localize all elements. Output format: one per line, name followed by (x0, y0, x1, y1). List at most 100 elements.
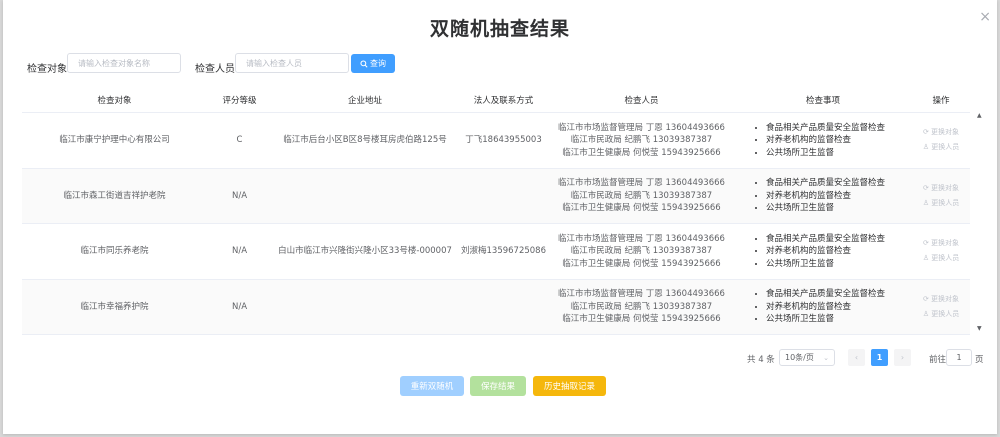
swap-icon: ⟳ (922, 128, 929, 137)
item-entry: 对养老机构的监督检查 (766, 301, 912, 314)
swap-icon: ⟳ (922, 183, 929, 192)
change-object-button[interactable]: ⟳ 更换对象 (912, 292, 970, 307)
header-grade: 评分等级 (207, 88, 272, 113)
cell-object: 临江市森工街道吉祥护老院 (22, 168, 207, 224)
inspector-line: 临江市市场监督管理局 丁恩 13604493666 (558, 122, 725, 133)
item-entry: 食品相关产品质量安全监督检查 (766, 233, 912, 246)
inspector-line: 临江市民政局 纪鹏飞 13039387387 (570, 246, 713, 256)
cell-inspectors: 临江市市场监督管理局 丁恩 13604493666 临江市民政局 纪鹏飞 130… (549, 223, 734, 280)
user-icon: ♙ (922, 143, 930, 152)
inspector-line: 临江市民政局 纪鹏飞 13039387387 (570, 135, 713, 145)
save-result-button[interactable]: 保存结果 (470, 376, 526, 396)
table-scrollbar[interactable]: ▲ ▼ (977, 112, 983, 332)
inspector-line: 临江市市场监督管理局 丁恩 13604493666 (558, 233, 725, 244)
cell-address (272, 168, 458, 224)
item-entry: 食品相关产品质量安全监督检查 (766, 122, 912, 135)
redo-random-button[interactable]: 重新双随机 (400, 376, 464, 396)
change-person-button[interactable]: ♙ 更换人员 (912, 196, 970, 211)
object-filter-label: 检查对象 (27, 64, 67, 75)
change-object-button[interactable]: ⟳ 更换对象 (912, 236, 970, 251)
cell-address (272, 279, 458, 335)
cell-contact (458, 279, 549, 335)
object-search-input[interactable] (67, 53, 181, 73)
user-icon: ♙ (922, 309, 930, 318)
current-page-button[interactable]: 1 (871, 349, 888, 366)
item-entry: 公共场所卫生监督 (766, 147, 912, 160)
cell-object: 临江市幸福养护院 (22, 279, 207, 335)
cell-object: 临江市康宁护理中心有限公司 (22, 112, 207, 169)
inspector-line: 临江市民政局 纪鹏飞 13039387387 (570, 301, 713, 312)
cell-contact: 刘淑梅13596725086 (458, 223, 549, 280)
next-page-button[interactable]: › (894, 349, 911, 366)
cell-contact: 丁飞18643955003 (458, 112, 549, 169)
cell-grade: N/A (207, 279, 272, 335)
cell-items: 食品相关产品质量安全监督检查 对养老机构的监督检查 公共场所卫生监督 (734, 223, 912, 280)
table-row: 临江市同乐养老院 N/A 白山市临江市兴隆街兴隆小区33号楼-000007 刘淑… (22, 223, 970, 280)
person-filter-label: 检查人员 (195, 64, 235, 75)
user-icon: ♙ (922, 254, 930, 263)
pagination-total: 共 4 条 (747, 355, 775, 365)
inspector-line: 临江市市场监督管理局 丁恩 13604493666 (558, 289, 725, 299)
table-header-row: 检查对象 评分等级 企业地址 法人及联系方式 检查人员 检查事项 操作 (22, 88, 970, 113)
cell-operations: ⟳ 更换对象 ♙ 更换人员 (912, 112, 970, 169)
history-records-button[interactable]: 历史抽取记录 (533, 376, 606, 396)
change-person-button[interactable]: ♙ 更换人员 (912, 140, 970, 155)
header-operations: 操作 (912, 88, 970, 113)
item-entry: 对养老机构的监督检查 (766, 245, 912, 258)
cell-operations: ⟳ 更换对象 ♙ 更换人员 (912, 223, 970, 280)
cell-inspectors: 临江市市场监督管理局 丁恩 13604493666 临江市民政局 纪鹏飞 130… (549, 168, 734, 224)
cell-contact (458, 168, 549, 224)
cell-grade: N/A (207, 223, 272, 280)
item-entry: 公共场所卫生监督 (766, 313, 912, 326)
header-contact: 法人及联系方式 (458, 88, 549, 113)
cell-items: 食品相关产品质量安全监督检查 对养老机构的监督检查 公共场所卫生监督 (734, 279, 912, 335)
change-object-button[interactable]: ⟳ 更换对象 (912, 125, 970, 140)
inspector-line: 临江市市场监督管理局 丁恩 13604493666 (558, 178, 725, 188)
person-search-input[interactable] (235, 53, 349, 73)
item-entry: 食品相关产品质量安全监督检查 (766, 288, 912, 301)
cell-object: 临江市同乐养老院 (22, 223, 207, 280)
table-row: 临江市幸福养护院 N/A 临江市市场监督管理局 丁恩 13604493666 临… (22, 279, 970, 335)
scroll-down-icon[interactable]: ▼ (977, 325, 982, 332)
swap-icon: ⟳ (922, 239, 929, 248)
swap-icon: ⟳ (922, 294, 929, 303)
item-entry: 公共场所卫生监督 (766, 258, 912, 271)
inspector-line: 临江市卫生健康局 何悦莹 15943925666 (562, 147, 721, 158)
page-size-value: 10条/页 (785, 353, 814, 362)
close-icon[interactable]: × (979, 9, 991, 25)
query-button[interactable]: 查询 (351, 54, 395, 73)
change-person-button[interactable]: ♙ 更换人员 (912, 307, 970, 322)
page-suffix: 页 (975, 355, 984, 365)
chevron-down-icon: ⌄ (823, 353, 829, 362)
cell-inspectors: 临江市市场监督管理局 丁恩 13604493666 临江市民政局 纪鹏飞 130… (549, 112, 734, 169)
cell-grade: C (207, 112, 272, 169)
cell-address: 临江市后台小区B区8号楼耳房虎伯路125号 (272, 112, 458, 169)
goto-page-input[interactable] (946, 349, 972, 366)
cell-operations: ⟳ 更换对象 ♙ 更换人员 (912, 168, 970, 224)
change-person-button[interactable]: ♙ 更换人员 (912, 251, 970, 266)
result-dialog: 双随机抽查结果 × 检查对象 检查人员 查询 检查对象 评分等级 企业地址 法人… (3, 0, 997, 434)
inspector-line: 临江市卫生健康局 何悦莹 15943925666 (562, 258, 721, 269)
header-object: 检查对象 (22, 88, 207, 113)
prev-page-button[interactable]: ‹ (848, 349, 865, 366)
page-size-select[interactable]: 10条/页 ⌄ (779, 349, 835, 366)
inspector-line: 临江市民政局 纪鹏飞 13039387387 (570, 190, 713, 201)
cell-address: 白山市临江市兴隆街兴隆小区33号楼-000007 (272, 223, 458, 280)
header-items: 检查事项 (734, 88, 912, 113)
search-icon (360, 59, 368, 68)
inspector-line: 临江市卫生健康局 何悦莹 15943925666 (562, 314, 721, 324)
cell-inspectors: 临江市市场监督管理局 丁恩 13604493666 临江市民政局 纪鹏飞 130… (549, 279, 734, 335)
item-entry: 食品相关产品质量安全监督检查 (766, 177, 912, 190)
table-row: 临江市森工街道吉祥护老院 N/A 临江市市场监督管理局 丁恩 136044936… (22, 168, 970, 224)
inspector-line: 临江市卫生健康局 何悦莹 15943925666 (562, 203, 721, 213)
change-object-button[interactable]: ⟳ 更换对象 (912, 181, 970, 196)
item-entry: 对养老机构的监督检查 (766, 134, 912, 147)
user-icon: ♙ (922, 198, 930, 207)
query-button-label: 查询 (370, 59, 386, 68)
table-row: 临江市康宁护理中心有限公司 C 临江市后台小区B区8号楼耳房虎伯路125号 丁飞… (22, 112, 970, 169)
item-entry: 对养老机构的监督检查 (766, 190, 912, 203)
result-table: 检查对象 评分等级 企业地址 法人及联系方式 检查人员 检查事项 操作 临江市康… (22, 88, 970, 335)
header-address: 企业地址 (272, 88, 458, 113)
goto-label: 前往 (929, 355, 947, 365)
scroll-up-icon[interactable]: ▲ (977, 112, 982, 119)
